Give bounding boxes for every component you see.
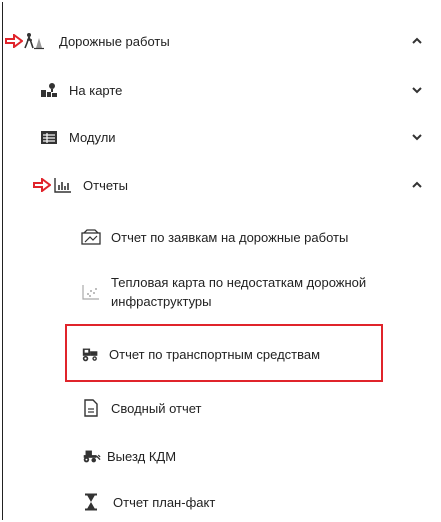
submenu-item-label: Выезд КДМ (107, 448, 177, 464)
annotation-highlight-box (65, 324, 383, 382)
submenu-item-heatmap[interactable]: Тепловая карта по недостаткам дорожной и… (3, 270, 440, 314)
tractor-icon (81, 447, 101, 465)
annotation-arrow-icon (5, 34, 23, 48)
menu-item-reports[interactable]: Отчеты (3, 174, 440, 196)
submenu-item-label: Отчет по заявкам на дорожные работы (111, 229, 349, 245)
heatmap-icon (81, 283, 101, 301)
map-people-icon (39, 81, 59, 99)
navigation-menu: Дорожные работы На карте Модули Отчеты О… (2, 2, 439, 520)
submenu-item-plan-fact[interactable]: Отчет план-факт (3, 491, 440, 513)
modules-icon (39, 128, 59, 146)
menu-item-on-map[interactable]: На карте (3, 79, 440, 101)
submenu-item-kdm-trip[interactable]: Выезд КДМ (3, 445, 440, 467)
menu-item-road-works[interactable]: Дорожные работы (3, 30, 440, 52)
menu-item-label: Модули (69, 129, 116, 145)
hourglass-icon (81, 493, 101, 511)
menu-item-label: На карте (69, 82, 123, 98)
submenu-item-label: инфраструктуры (111, 294, 212, 309)
submenu-item-requests-report[interactable]: Отчет по заявкам на дорожные работы (3, 226, 440, 248)
request-report-icon (81, 228, 101, 246)
chevron-up-icon[interactable] (410, 34, 424, 48)
chevron-down-icon[interactable] (410, 83, 424, 97)
document-icon (81, 399, 101, 417)
submenu-item-label: Сводный отчет (111, 400, 202, 416)
menu-item-modules[interactable]: Модули (3, 126, 440, 148)
menu-item-label: Отчеты (83, 177, 128, 193)
menu-item-label: Дорожные работы (59, 33, 170, 49)
submenu-item-summary-report[interactable]: Сводный отчет (3, 397, 440, 419)
road-works-icon (23, 32, 45, 50)
submenu-item-label: Тепловая карта по недостаткам дорожной (111, 275, 367, 290)
chevron-down-icon[interactable] (410, 130, 424, 144)
submenu-item-label: Отчет план-факт (113, 494, 216, 510)
chart-icon (53, 176, 73, 194)
chevron-up-icon[interactable] (410, 178, 424, 192)
annotation-arrow-icon (33, 178, 51, 192)
